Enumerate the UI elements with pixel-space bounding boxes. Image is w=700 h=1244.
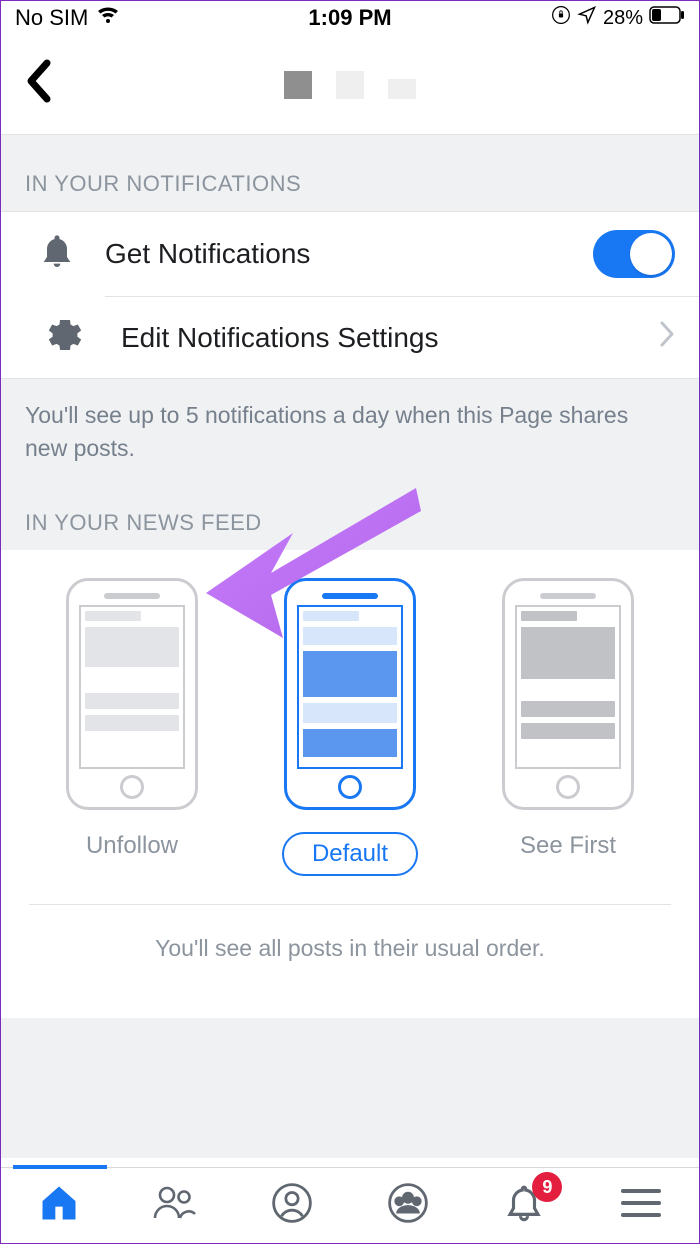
- wifi-icon: [96, 5, 120, 31]
- newsfeed-section: Unfollow Default: [1, 550, 699, 1018]
- orientation-lock-icon: [551, 5, 571, 31]
- get-notifications-row[interactable]: Get Notifications: [1, 212, 699, 296]
- home-icon: [37, 1181, 81, 1230]
- tab-home[interactable]: [1, 1181, 117, 1230]
- tab-profile[interactable]: [234, 1182, 350, 1229]
- notifications-toggle[interactable]: [593, 230, 675, 278]
- battery-icon: [649, 6, 685, 30]
- option-default[interactable]: Default: [255, 578, 445, 876]
- edit-settings-label: Edit Notifications Settings: [105, 322, 659, 354]
- option-see-first[interactable]: See First: [473, 578, 663, 860]
- groups-icon: [387, 1182, 429, 1229]
- option-unfollow[interactable]: Unfollow: [37, 578, 227, 860]
- profile-icon: [271, 1182, 313, 1229]
- phone-illustration-seefirst: [502, 578, 634, 810]
- option-unfollow-label: Unfollow: [86, 832, 178, 860]
- option-seefirst-label: See First: [520, 832, 616, 860]
- spacer: [1, 1018, 699, 1158]
- hamburger-icon: [621, 1187, 661, 1224]
- phone-illustration-unfollow: [66, 578, 198, 810]
- newsfeed-header: IN YOUR NEWS FEED: [1, 494, 699, 550]
- chevron-right-icon: [659, 320, 675, 356]
- notification-badge: 9: [532, 1172, 562, 1202]
- location-icon: [577, 5, 597, 31]
- notifications-hint: You'll see up to 5 notifications a day w…: [1, 379, 699, 494]
- gear-icon: [45, 315, 85, 360]
- bell-icon: [37, 232, 77, 277]
- notifications-section: IN YOUR NOTIFICATIONS: [1, 135, 699, 211]
- active-tab-indicator: [13, 1165, 107, 1169]
- tab-menu[interactable]: [583, 1187, 699, 1224]
- option-default-label: Default: [282, 832, 418, 876]
- phone-illustration-default: [284, 578, 416, 810]
- notifications-header: IN YOUR NOTIFICATIONS: [1, 135, 699, 211]
- get-notifications-label: Get Notifications: [89, 238, 593, 270]
- carrier-text: No SIM: [15, 5, 88, 31]
- page-title-placeholder: [284, 71, 416, 99]
- status-time: 1:09 PM: [308, 5, 391, 31]
- status-bar: No SIM 1:09 PM 28%: [1, 1, 699, 35]
- tab-notifications[interactable]: 9: [467, 1182, 583, 1229]
- toggle-knob: [630, 233, 672, 275]
- edit-settings-row[interactable]: Edit Notifications Settings: [105, 296, 699, 378]
- back-button[interactable]: [25, 59, 53, 111]
- nav-header: [1, 35, 699, 135]
- tab-groups[interactable]: [350, 1182, 466, 1229]
- newsfeed-hint: You'll see all posts in their usual orde…: [1, 905, 699, 996]
- tab-friends[interactable]: [118, 1184, 234, 1227]
- friends-icon: [152, 1184, 198, 1227]
- battery-percent: 28%: [603, 7, 643, 30]
- tab-bar: 9: [1, 1167, 699, 1243]
